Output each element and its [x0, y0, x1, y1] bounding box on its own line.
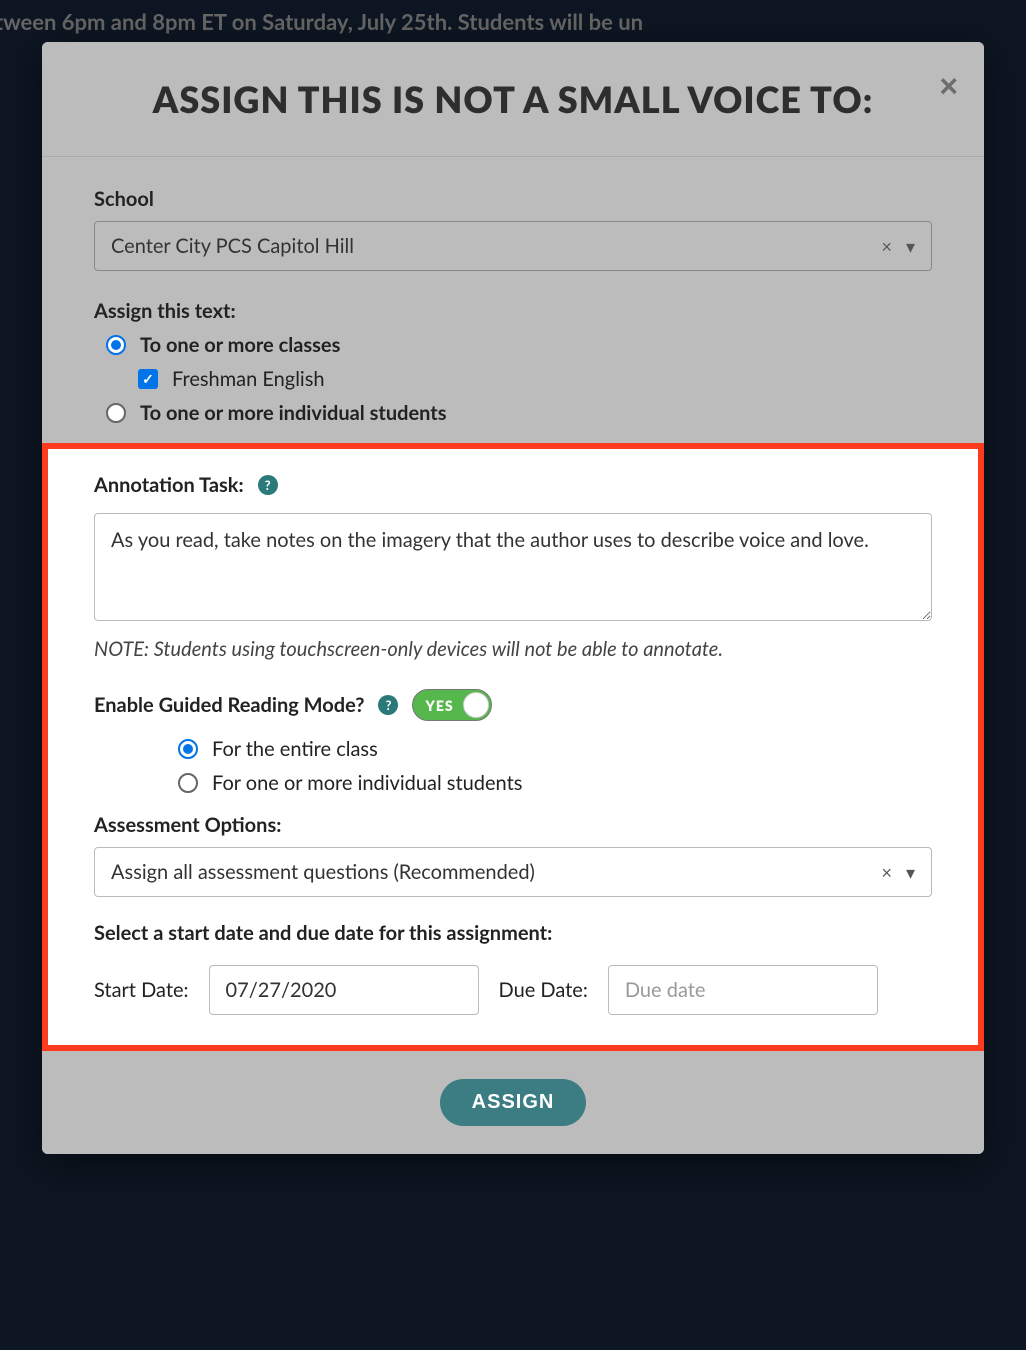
assign-button[interactable]: ASSIGN	[440, 1079, 587, 1126]
radio-to-individual-students-label: To one or more individual students	[140, 401, 447, 425]
maintenance-banner: maintenance between 6pm and 8pm ET on Sa…	[0, 8, 643, 35]
radio-entire-class[interactable]: For the entire class	[94, 737, 932, 761]
toggle-knob	[463, 692, 489, 718]
help-icon[interactable]: ?	[378, 695, 398, 715]
modal-title: ASSIGN THIS IS NOT A SMALL VOICE TO:	[98, 74, 928, 124]
date-section-heading: Select a start date and due date for thi…	[94, 921, 932, 945]
clear-icon[interactable]: ×	[882, 235, 892, 258]
annotation-note: NOTE: Students using touchscreen-only de…	[94, 637, 932, 661]
radio-icon	[178, 773, 198, 793]
checkbox-freshman-english[interactable]: ✓ Freshman English	[94, 367, 932, 391]
due-date-label: Due Date:	[499, 978, 588, 1002]
assign-modal: ASSIGN THIS IS NOT A SMALL VOICE TO: × S…	[42, 42, 984, 1154]
guided-reading-label: Enable Guided Reading Mode?	[94, 693, 364, 717]
clear-icon[interactable]: ×	[882, 861, 892, 884]
close-icon: ×	[939, 68, 958, 104]
assessment-options-value: Assign all assessment questions (Recomme…	[111, 860, 882, 884]
radio-to-classes-label: To one or more classes	[140, 333, 340, 357]
assessment-options-label: Assessment Options:	[94, 813, 932, 837]
annotation-task-label: Annotation Task:	[94, 473, 244, 497]
close-button[interactable]: ×	[939, 70, 958, 102]
assign-text-label: Assign this text:	[94, 299, 932, 323]
annotation-task-input[interactable]	[94, 513, 932, 621]
radio-to-classes[interactable]: To one or more classes	[94, 333, 932, 357]
school-label: School	[94, 187, 932, 211]
checkbox-icon: ✓	[138, 369, 158, 389]
start-date-input[interactable]	[209, 965, 479, 1015]
guided-reading-toggle[interactable]: YES	[412, 689, 492, 721]
modal-header: ASSIGN THIS IS NOT A SMALL VOICE TO: ×	[42, 42, 984, 157]
toggle-label: YES	[425, 697, 453, 714]
checkbox-freshman-label: Freshman English	[172, 367, 325, 391]
school-select[interactable]: Center City PCS Capitol Hill × ▾	[94, 221, 932, 271]
radio-icon	[106, 335, 126, 355]
radio-entire-class-label: For the entire class	[212, 737, 378, 761]
radio-to-individual-students[interactable]: To one or more individual students	[94, 401, 932, 425]
help-icon[interactable]: ?	[258, 475, 278, 495]
radio-guided-individual[interactable]: For one or more individual students	[94, 771, 932, 795]
radio-icon	[106, 403, 126, 423]
chevron-down-icon[interactable]: ▾	[906, 861, 915, 884]
modal-body: School Center City PCS Capitol Hill × ▾ …	[42, 157, 984, 1051]
radio-icon	[178, 739, 198, 759]
chevron-down-icon[interactable]: ▾	[906, 235, 915, 258]
assessment-options-select[interactable]: Assign all assessment questions (Recomme…	[94, 847, 932, 897]
radio-guided-individual-label: For one or more individual students	[212, 771, 522, 795]
highlighted-section: Annotation Task: ? NOTE: Students using …	[42, 443, 984, 1051]
modal-footer: ASSIGN	[42, 1051, 984, 1154]
start-date-label: Start Date:	[94, 978, 189, 1002]
school-select-value: Center City PCS Capitol Hill	[111, 234, 882, 258]
due-date-input[interactable]	[608, 965, 878, 1015]
